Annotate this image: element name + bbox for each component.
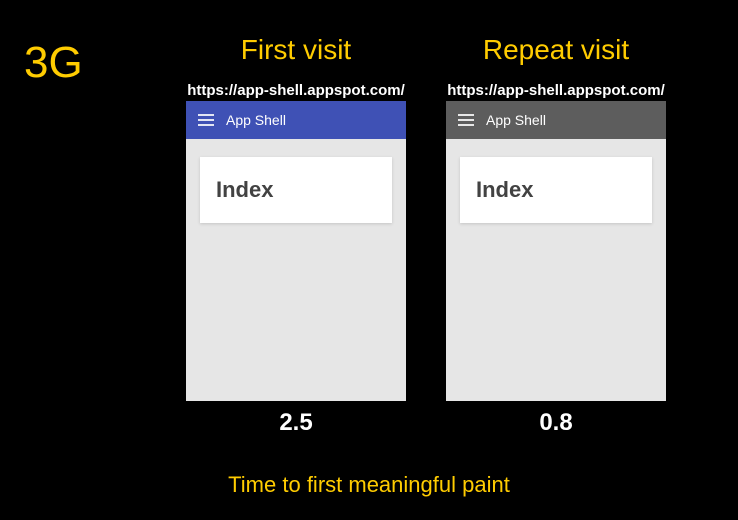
app-header: App Shell <box>446 101 666 139</box>
app-title: App Shell <box>226 112 286 128</box>
url-label: https://app-shell.appspot.com/ <box>187 82 405 99</box>
card-title: Index <box>476 177 636 203</box>
app-header: App Shell <box>186 101 406 139</box>
card-title: Index <box>216 177 376 203</box>
timing-value: 0.8 <box>539 409 572 437</box>
network-label: 3G <box>24 38 83 88</box>
hamburger-icon[interactable] <box>198 114 214 126</box>
columns-container: First visit https://app-shell.appspot.co… <box>134 34 718 437</box>
timing-value: 2.5 <box>279 409 312 437</box>
hamburger-icon[interactable] <box>458 114 474 126</box>
phone-screen: App Shell Index <box>186 101 406 401</box>
column-repeat-visit: Repeat visit https://app-shell.appspot.c… <box>446 34 666 437</box>
url-label: https://app-shell.appspot.com/ <box>447 82 665 99</box>
phone-screen: App Shell Index <box>446 101 666 401</box>
app-title: App Shell <box>486 112 546 128</box>
caption: Time to first meaningful paint <box>0 472 738 498</box>
content-card: Index <box>200 157 392 223</box>
column-title: First visit <box>241 34 351 66</box>
column-title: Repeat visit <box>483 34 629 66</box>
content-card: Index <box>460 157 652 223</box>
column-first-visit: First visit https://app-shell.appspot.co… <box>186 34 406 437</box>
